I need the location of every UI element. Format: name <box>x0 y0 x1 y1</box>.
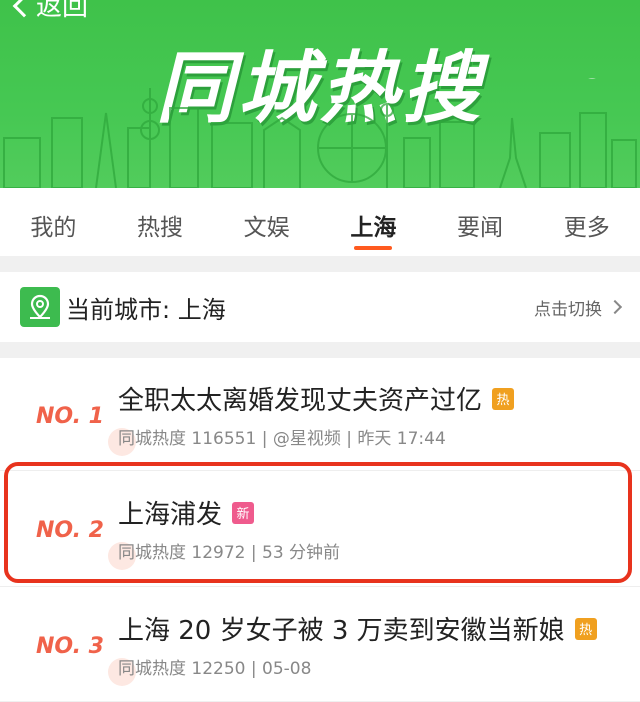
item-title: 上海 20 岁女子被 3 万卖到安徽当新娘 热 <box>118 610 597 647</box>
new-badge: 新 <box>232 501 255 524</box>
current-city-bar: 当前城市: 上海 点击切换 <box>0 272 640 342</box>
rank-label: NO. 3 <box>36 626 136 686</box>
hot-badge: 热 <box>574 617 597 640</box>
list-item[interactable]: NO. 2 上海浦发 新 同城热度 12972 | 53 分钟前 <box>0 472 640 586</box>
item-meta: 同城热度 116551 | @星视频 | 昨天 17:44 <box>118 429 446 449</box>
chevron-left-icon <box>12 0 36 17</box>
tab-shanghai[interactable]: 上海 <box>320 188 427 256</box>
banner: 返回 同城热搜 <box>0 0 640 188</box>
list-item[interactable]: NO. 1 全职太太离婚发现丈夫资产过亿 热 同城热度 116551 | @星视… <box>0 358 640 472</box>
back-button[interactable]: 返回 <box>12 0 89 23</box>
current-city-label: 当前城市: 上海 <box>66 295 226 324</box>
item-title: 上海浦发 新 <box>118 494 255 531</box>
switch-city-button[interactable]: 点击切换 <box>534 295 623 320</box>
rank-label: NO. 2 <box>36 510 136 570</box>
tab-bar: 我的 热搜 文娱 上海 要闻 更多 <box>0 188 640 256</box>
tab-news[interactable]: 要闻 <box>427 188 534 256</box>
item-meta: 同城热度 12972 | 53 分钟前 <box>118 543 341 563</box>
tab-hot-search[interactable]: 热搜 <box>107 188 214 256</box>
tab-mine[interactable]: 我的 <box>0 188 107 256</box>
back-label: 返回 <box>36 0 89 22</box>
city-skyline-illustration <box>3 78 637 188</box>
rank-label: NO. 1 <box>36 396 136 456</box>
item-meta: 同城热度 12250 | 05-08 <box>118 659 312 679</box>
item-title: 全职太太离婚发现丈夫资产过亿 热 <box>118 380 515 417</box>
chevron-right-icon <box>607 299 623 315</box>
list-item[interactable]: NO. 3 上海 20 岁女子被 3 万卖到安徽当新娘 热 同城热度 12250… <box>0 588 640 702</box>
switch-city-label: 点击切换 <box>534 299 602 320</box>
hot-search-list: NO. 1 全职太太离婚发现丈夫资产过亿 热 同城热度 116551 | @星视… <box>0 358 640 701</box>
location-pin-icon <box>20 287 60 327</box>
tab-more[interactable]: 更多 <box>533 188 640 256</box>
hot-badge: 热 <box>492 387 515 410</box>
tab-entertainment[interactable]: 文娱 <box>213 188 320 256</box>
